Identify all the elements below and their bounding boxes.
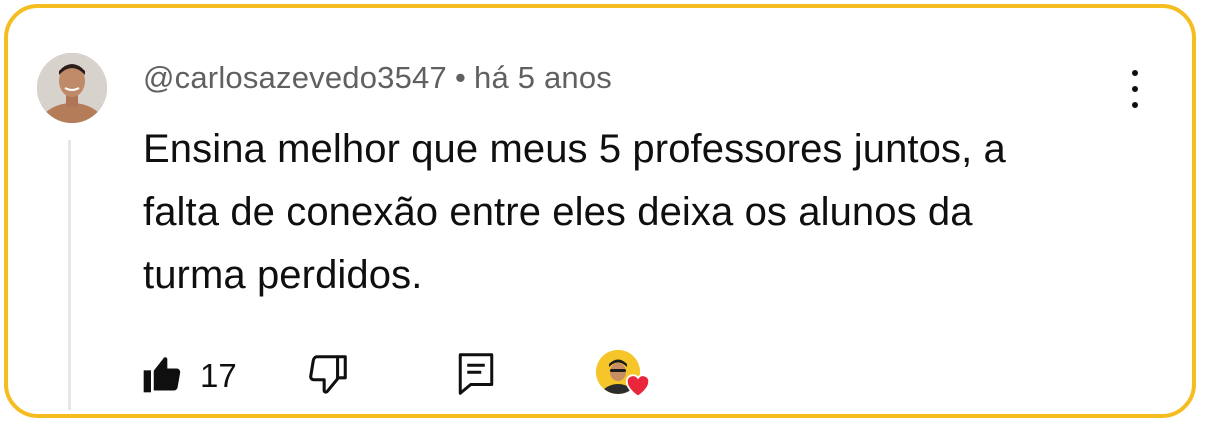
comment-text-line: falta de conexão entre eles deixa os alu… (143, 190, 973, 234)
dislike-button[interactable] (305, 348, 351, 404)
comment-text-line: turma perdidos. (143, 253, 423, 297)
comment-time[interactable]: há 5 anos (474, 60, 612, 95)
commenter-avatar[interactable] (37, 53, 107, 123)
thread-line (68, 140, 71, 410)
comment-meta: @carlosazevedo3547 • há 5 anos (143, 60, 612, 96)
thumbs-up-filled-icon (140, 352, 184, 401)
creator-heart-icon (623, 370, 653, 403)
creator-heart-badge (596, 348, 658, 404)
more-vertical-icon (1132, 70, 1138, 76)
author-handle[interactable]: @carlosazevedo3547 (143, 60, 447, 95)
meta-separator: • (454, 60, 466, 95)
reply-comment-icon (455, 351, 497, 402)
reply-button[interactable] (455, 348, 497, 404)
more-options-button[interactable] (1118, 66, 1152, 112)
like-count: 17 (200, 357, 237, 394)
like-button[interactable]: 17 (140, 348, 237, 404)
thumbs-down-outline-icon (305, 351, 351, 402)
comment-text-line: Ensina melhor que meus 5 professores jun… (143, 127, 1006, 171)
comment-text: Ensina melhor que meus 5 professores jun… (143, 118, 1143, 307)
